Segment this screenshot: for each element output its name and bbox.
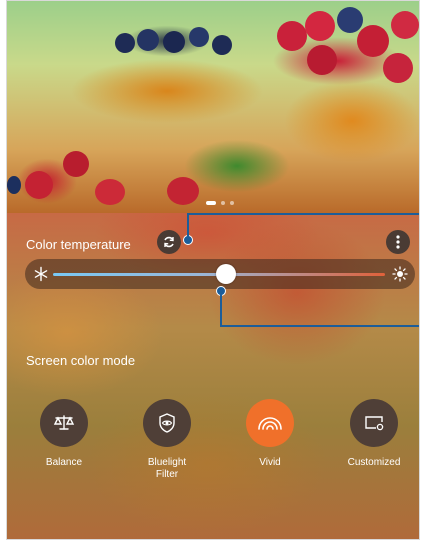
callout-line (187, 213, 189, 237)
custom-display-icon (365, 416, 384, 431)
page-dot-active (206, 201, 216, 205)
mode-bluelight-filter[interactable]: Bluelight Filter (122, 399, 212, 481)
callout-line (220, 325, 419, 327)
reset-button[interactable] (157, 230, 181, 254)
more-options-button[interactable] (386, 230, 410, 254)
callout-line (220, 291, 222, 327)
callout-line (187, 213, 419, 215)
rainbow-icon (258, 417, 282, 430)
slider-thumb[interactable] (215, 264, 236, 284)
refresh-icon (164, 236, 174, 248)
eye-shield-icon (159, 413, 175, 433)
mode-balance[interactable]: Balance (19, 399, 109, 469)
mode-customized-button[interactable] (350, 399, 398, 447)
preview-image (7, 1, 419, 213)
mode-customized[interactable]: Customized (329, 399, 419, 469)
mode-label: Vivid (259, 457, 281, 468)
more-vertical-icon (396, 235, 400, 249)
mode-balance-button[interactable] (40, 399, 88, 447)
page-dot (221, 201, 225, 205)
mode-label: Customized (347, 457, 401, 468)
mode-label: Balance (45, 457, 83, 468)
mode-vivid[interactable]: Vivid (225, 399, 315, 469)
snowflake-icon (34, 266, 48, 282)
mode-label: Bluelight Filter (147, 457, 187, 480)
screen-frame: Color temperature Screen color mode Bala… (6, 0, 420, 540)
page-indicator[interactable] (206, 201, 234, 205)
page-dot (230, 201, 234, 205)
color-temperature-label: Color temperature (26, 237, 131, 252)
balance-scale-icon (53, 415, 75, 430)
mode-vivid-button[interactable] (246, 399, 294, 447)
mode-bluelight-filter-button[interactable] (143, 399, 191, 447)
screen-color-mode-label: Screen color mode (26, 353, 136, 368)
sun-icon (392, 266, 408, 282)
